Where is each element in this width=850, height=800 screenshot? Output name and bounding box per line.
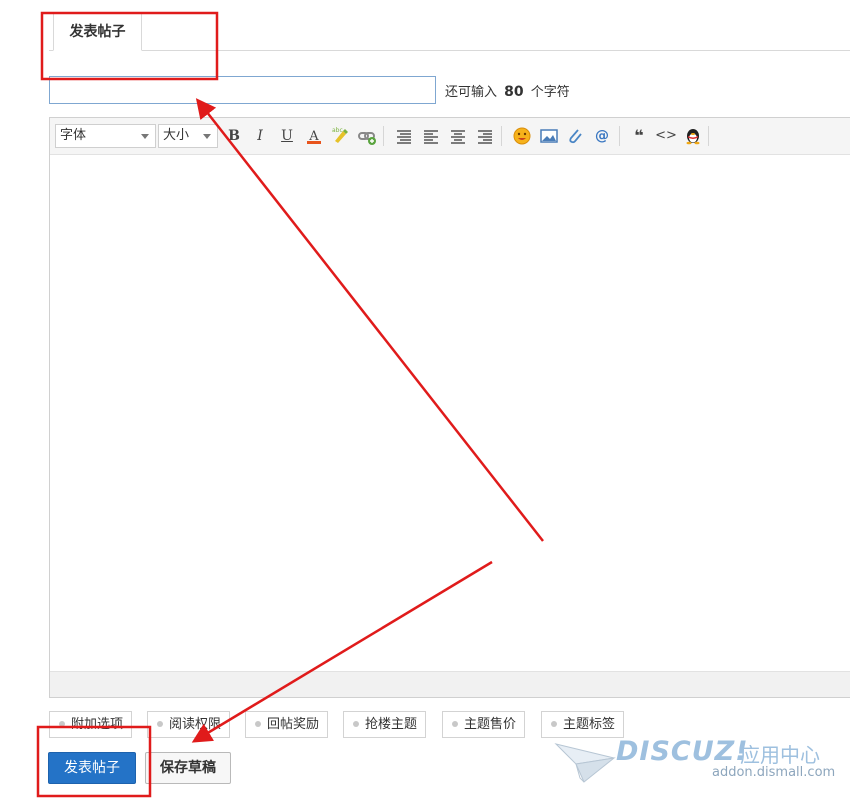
font-size-label: 大小 [163, 128, 190, 143]
quote-icon: ❝ [634, 126, 644, 145]
image-icon [540, 129, 558, 143]
smiley-button[interactable] [511, 125, 533, 147]
mention-button[interactable]: @ [591, 125, 613, 147]
bullet-icon [157, 720, 163, 727]
align-left-button[interactable] [393, 125, 415, 147]
option-read-permission[interactable]: 阅读权限 [147, 711, 231, 738]
char-remaining-hint: 还可输入 80 个字符 [445, 81, 570, 100]
attachment-button[interactable] [564, 125, 586, 147]
highlight-button[interactable]: abc [330, 125, 352, 147]
align-center-button[interactable] [447, 125, 469, 147]
svg-text:abc: abc [332, 127, 343, 134]
bold-icon: B [228, 128, 240, 144]
option-thread-price[interactable]: 主题售价 [442, 711, 526, 738]
option-thread-tags[interactable]: 主题标签 [541, 711, 625, 738]
color-swatch [307, 141, 321, 144]
option-extra[interactable]: 附加选项 [49, 711, 133, 738]
italic-button[interactable]: I [249, 125, 271, 147]
highlighter-icon: abc [332, 127, 348, 143]
paperclip-icon [569, 129, 582, 144]
char-hint-prefix: 还可输入 [445, 85, 498, 100]
option-floor-grab[interactable]: 抢楼主题 [343, 711, 427, 738]
align-left-icon [424, 130, 438, 144]
at-icon: @ [595, 128, 609, 144]
qq-button[interactable] [682, 125, 704, 147]
option-label: 阅读权限 [169, 717, 222, 732]
tab-post-thread[interactable]: 发表帖子 [53, 13, 142, 51]
editor-status-bar [50, 671, 850, 697]
insert-image-button[interactable] [538, 125, 560, 147]
option-reply-reward[interactable]: 回帖奖励 [245, 711, 329, 738]
align-center-icon [451, 130, 465, 144]
font-family-select[interactable]: 字体 [55, 124, 156, 148]
align-right-icon [478, 130, 492, 144]
toolbar-divider [501, 126, 502, 146]
discuz-watermark: DISCUZ! 应用中心 addon.dismall.com [554, 736, 840, 788]
italic-icon: I [257, 128, 263, 144]
title-input[interactable] [49, 76, 436, 104]
option-label: 抢楼主题 [365, 717, 418, 732]
tabs-divider [49, 50, 850, 51]
paper-plane-icon [554, 743, 616, 783]
option-label: 附加选项 [71, 717, 124, 732]
smiley-icon [513, 127, 531, 145]
link-icon [358, 132, 376, 145]
align-right-button[interactable] [474, 125, 496, 147]
bullet-icon [59, 720, 65, 727]
watermark-brand: DISCUZ! [616, 736, 749, 767]
chevron-down-icon [141, 134, 149, 139]
quote-button[interactable]: ❝ [628, 125, 650, 147]
watermark-cn: 应用中心 [740, 743, 820, 767]
option-label: 主题标签 [563, 717, 616, 732]
option-label: 回帖奖励 [267, 717, 320, 732]
toolbar-divider [708, 126, 709, 146]
rich-text-editor: 字体 大小 B I U A abc @ ❝ <> [49, 117, 850, 698]
font-color-button[interactable]: A [303, 125, 325, 147]
char-hint-suffix: 个字符 [530, 85, 570, 100]
bullet-icon [452, 720, 458, 727]
watermark-url: addon.dismall.com [712, 765, 836, 780]
link-button[interactable] [356, 125, 378, 147]
font-size-select[interactable]: 大小 [158, 124, 218, 148]
option-label: 主题售价 [464, 717, 517, 732]
qq-penguin-icon [686, 129, 700, 145]
save-draft-button[interactable]: 保存草稿 [145, 752, 231, 784]
editor-toolbar: 字体 大小 B I U A abc @ ❝ <> [50, 118, 850, 155]
toolbar-divider [383, 126, 384, 146]
char-hint-count: 80 [504, 84, 524, 100]
bullet-icon [551, 720, 557, 727]
editor-content-area[interactable] [50, 155, 850, 671]
underline-icon: U [281, 128, 293, 144]
underline-button[interactable]: U [276, 125, 298, 147]
code-button[interactable]: <> [655, 125, 677, 147]
bold-button[interactable]: B [223, 125, 245, 147]
toolbar-divider [619, 126, 620, 146]
post-thread-button[interactable]: 发表帖子 [48, 752, 136, 784]
align-justify-icon [397, 130, 411, 144]
bullet-icon [353, 720, 359, 727]
align-left-text-button[interactable] [420, 125, 442, 147]
code-icon: <> [655, 128, 677, 143]
font-family-label: 字体 [60, 128, 87, 143]
chevron-down-icon [203, 134, 211, 139]
bullet-icon [255, 720, 261, 727]
